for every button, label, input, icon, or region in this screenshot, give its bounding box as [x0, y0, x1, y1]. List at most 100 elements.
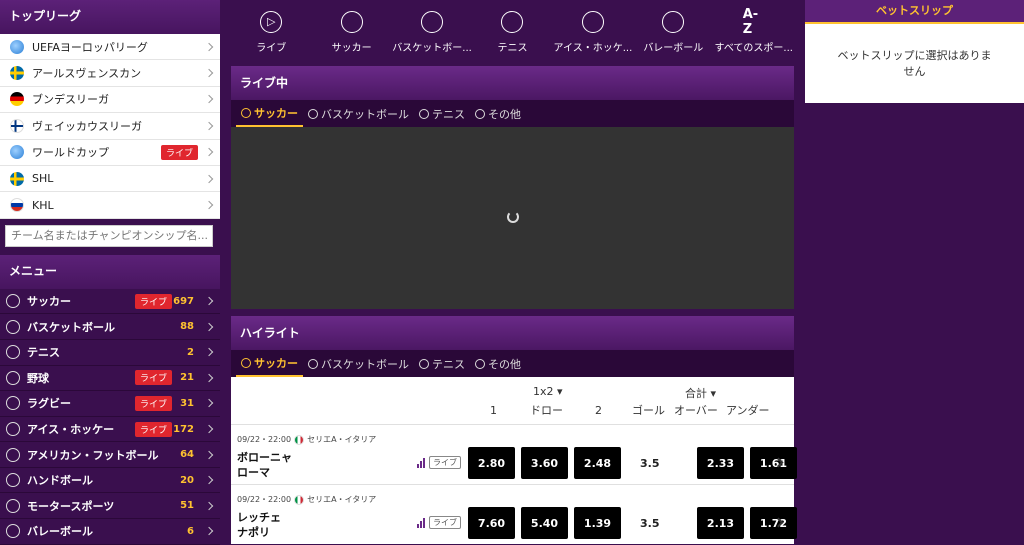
market-selector-total[interactable]: 合計 ▾ [685, 385, 716, 401]
handball-icon [6, 473, 20, 488]
team-search-input[interactable] [5, 224, 213, 247]
top-league-list: UEFAヨーロッパリーグ アールスヴェンスカン ブンデスリーガ ヴェイッカウスリ… [0, 34, 220, 219]
chevron-right-icon [204, 527, 214, 536]
live-tab-other[interactable]: その他 [470, 100, 526, 127]
highlight-tab-tennis[interactable]: テニス [414, 350, 470, 377]
play-icon: ▷ [260, 10, 283, 33]
basketball-icon [6, 319, 20, 334]
live-section-header: ライブ中 [231, 66, 794, 100]
other-sports-icon [475, 358, 485, 369]
highlight-tab-basketball[interactable]: バスケットボール [303, 350, 414, 377]
hockey-puck-icon [581, 10, 604, 33]
top-league-item-veikkausliiga[interactable]: ヴェイッカウスリーガ [0, 113, 220, 140]
sport-nav-ice-hockey[interactable]: アイス・ホッケ... [553, 0, 633, 64]
chevron-right-icon [204, 501, 214, 511]
search-wrap [0, 218, 220, 255]
event-count: 88 [180, 321, 194, 333]
russia-flag-icon [10, 198, 24, 213]
highlight-tab-soccer[interactable]: サッカー [236, 350, 303, 377]
live-tab-tennis[interactable]: テニス [414, 100, 470, 127]
menu-item-tennis[interactable]: テニス 2 [0, 339, 220, 366]
basketball-icon [308, 108, 318, 119]
away-team: ローマ [237, 466, 270, 479]
highlight-tab-other[interactable]: その他 [470, 350, 526, 377]
menu-item-label: 野球 [27, 371, 49, 385]
betslip-panel: ベットスリップ ベットスリップに選択はありません [805, 0, 1024, 103]
highlight-section-header: ハイライト [231, 316, 794, 350]
sport-nav-all-sports[interactable]: A-Z すべてのスポー... [714, 0, 794, 64]
match-time: 09/22・22:00 [237, 435, 292, 444]
chevron-right-icon [204, 399, 214, 408]
live-content-area [231, 127, 794, 309]
top-league-item-shl[interactable]: SHL [0, 166, 220, 193]
soccer-ball-icon [6, 294, 20, 309]
col-header-draw: ドロー [530, 404, 563, 417]
event-count: 6 [187, 525, 194, 537]
sport-nav-live[interactable]: ▷ ライブ [231, 0, 311, 64]
match-row[interactable]: 09/22・22:00 セリエA・イタリア レッチェ ナポリ ライブ 7.60 … [231, 484, 797, 544]
live-tab-basketball[interactable]: バスケットボール [303, 100, 414, 127]
live-badge: ライブ [160, 144, 198, 160]
live-badge: ライブ [134, 395, 172, 411]
match-meta: 09/22・22:00 セリエA・イタリア [237, 494, 376, 505]
match-league: セリエA・イタリア [307, 435, 377, 444]
menu-item-label: バレーボール [27, 525, 93, 539]
match-row[interactable]: 09/22・22:00 セリエA・イタリア ボローニャ ローマ ライブ 2.80… [231, 424, 797, 484]
soccer-ball-icon [241, 357, 251, 368]
top-league-item-uefa-europa[interactable]: UEFAヨーロッパリーグ [0, 34, 220, 61]
sweden-flag-icon [10, 171, 24, 186]
sport-nav: ▷ ライブ サッカー バスケットボー... テニス アイス・ホッケ... バレー… [231, 0, 794, 64]
goal-line: 3.5 [640, 457, 660, 470]
hockey-puck-icon [6, 422, 20, 436]
chevron-right-icon [204, 95, 214, 104]
odds-button-draw[interactable]: 5.40 [521, 507, 568, 539]
sport-nav-label: バスケットボー... [392, 42, 472, 54]
highlight-sport-tabs: サッカー バスケットボール テニス その他 [231, 350, 794, 377]
col-header-under: アンダー [726, 404, 770, 417]
odds-button-home[interactable]: 7.60 [468, 507, 515, 539]
odds-button-home[interactable]: 2.80 [468, 447, 515, 479]
event-count: 2 [187, 346, 194, 358]
menu-item-volleyball[interactable]: バレーボール 6 [0, 519, 220, 545]
odds-table-header: 1x2 ▾ 合計 ▾ 1 ドロー 2 ゴール オーバー アンダー [231, 377, 794, 424]
sport-nav-label: すべてのスポー... [714, 42, 793, 54]
sport-nav-soccer[interactable]: サッカー [311, 0, 391, 64]
chevron-right-icon [204, 347, 214, 357]
odds-button-over[interactable]: 2.13 [697, 507, 744, 539]
top-league-item-bundesliga[interactable]: ブンデスリーガ [0, 87, 220, 114]
sweden-flag-icon [10, 66, 24, 81]
event-count: 20 [180, 474, 194, 486]
top-league-item-allsvenskan[interactable]: アールスヴェンスカン [0, 60, 220, 87]
menu-item-american-football[interactable]: アメリカン・フットボール 64 [0, 442, 220, 468]
odds-button-away[interactable]: 2.48 [574, 447, 621, 479]
market-selector-1x2[interactable]: 1x2 ▾ [533, 385, 563, 398]
tab-label: バスケットボール [321, 107, 409, 121]
tab-label: テニス [432, 107, 465, 121]
odds-button-over[interactable]: 2.33 [697, 447, 744, 479]
tennis-ball-icon [419, 358, 429, 369]
sport-nav-tennis[interactable]: テニス [472, 0, 552, 64]
home-team: レッチェ [237, 511, 281, 524]
odds-button-draw[interactable]: 3.60 [521, 447, 568, 479]
tennis-ball-icon [501, 10, 524, 33]
event-count: 64 [180, 449, 194, 461]
sport-nav-volleyball[interactable]: バレーボール [633, 0, 713, 64]
odds-button-away[interactable]: 1.39 [574, 507, 621, 539]
soccer-ball-icon [241, 107, 251, 118]
top-league-item-world-cup[interactable]: ワールドカップ ライブ [0, 140, 220, 166]
menu-item-rugby[interactable]: ラグビー ライブ 31 [0, 391, 220, 417]
live-tab-soccer[interactable]: サッカー [236, 100, 303, 127]
menu-item-basketball[interactable]: バスケットボール 88 [0, 314, 220, 340]
menu-item-motorsport[interactable]: モータースポーツ 51 [0, 493, 220, 520]
chevron-right-icon [204, 68, 214, 78]
menu-item-ice-hockey[interactable]: アイス・ホッケー ライブ 172 [0, 416, 220, 443]
sport-nav-basketball[interactable]: バスケットボー... [392, 0, 472, 64]
tennis-ball-icon [419, 108, 429, 119]
top-league-item-khl[interactable]: KHL [0, 192, 220, 219]
rugby-ball-icon [6, 396, 20, 411]
menu-item-handball[interactable]: ハンドボール 20 [0, 467, 220, 494]
menu-item-baseball[interactable]: 野球 ライブ 21 [0, 365, 220, 392]
menu-item-soccer[interactable]: サッカー ライブ 697 [0, 288, 220, 315]
sport-nav-label: ライブ [256, 42, 287, 54]
loading-spinner-icon [507, 211, 519, 223]
